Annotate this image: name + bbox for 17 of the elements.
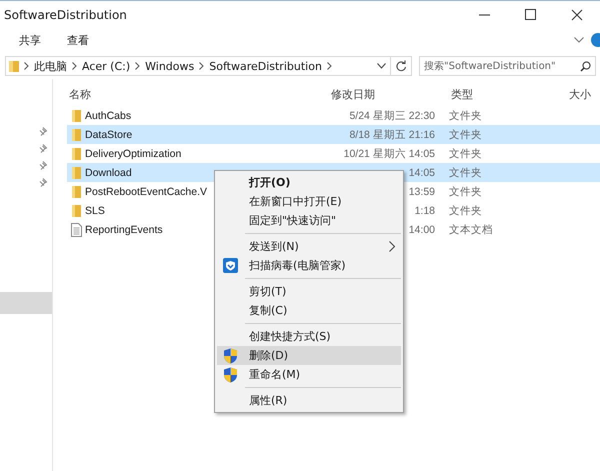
modified-date: 8/18 星期五 21:16 bbox=[348, 128, 435, 142]
file-type: 文件夹 bbox=[449, 184, 482, 198]
file-type: 文件夹 bbox=[449, 166, 482, 180]
modified-date: 14:05 bbox=[408, 166, 435, 178]
file-type: 文件夹 bbox=[449, 146, 482, 160]
file-name: Download bbox=[85, 166, 133, 178]
file-type: 文件夹 bbox=[449, 204, 482, 218]
file-type: 文件夹 bbox=[449, 108, 482, 122]
file-type: 文本文档 bbox=[449, 222, 493, 236]
file-type: 文件夹 bbox=[449, 128, 482, 142]
modified-date: 10/21 星期六 14:05 bbox=[342, 146, 435, 160]
window-title: SoftwareDistribution bbox=[3, 8, 128, 22]
modified-date: 1:18 bbox=[414, 204, 435, 216]
modified-date: 5/24 星期三 22:30 bbox=[348, 108, 435, 122]
modified-date: 14:00 bbox=[408, 224, 435, 236]
file-name: DataStore bbox=[85, 128, 134, 140]
modified-date: 13:59 bbox=[408, 186, 435, 198]
